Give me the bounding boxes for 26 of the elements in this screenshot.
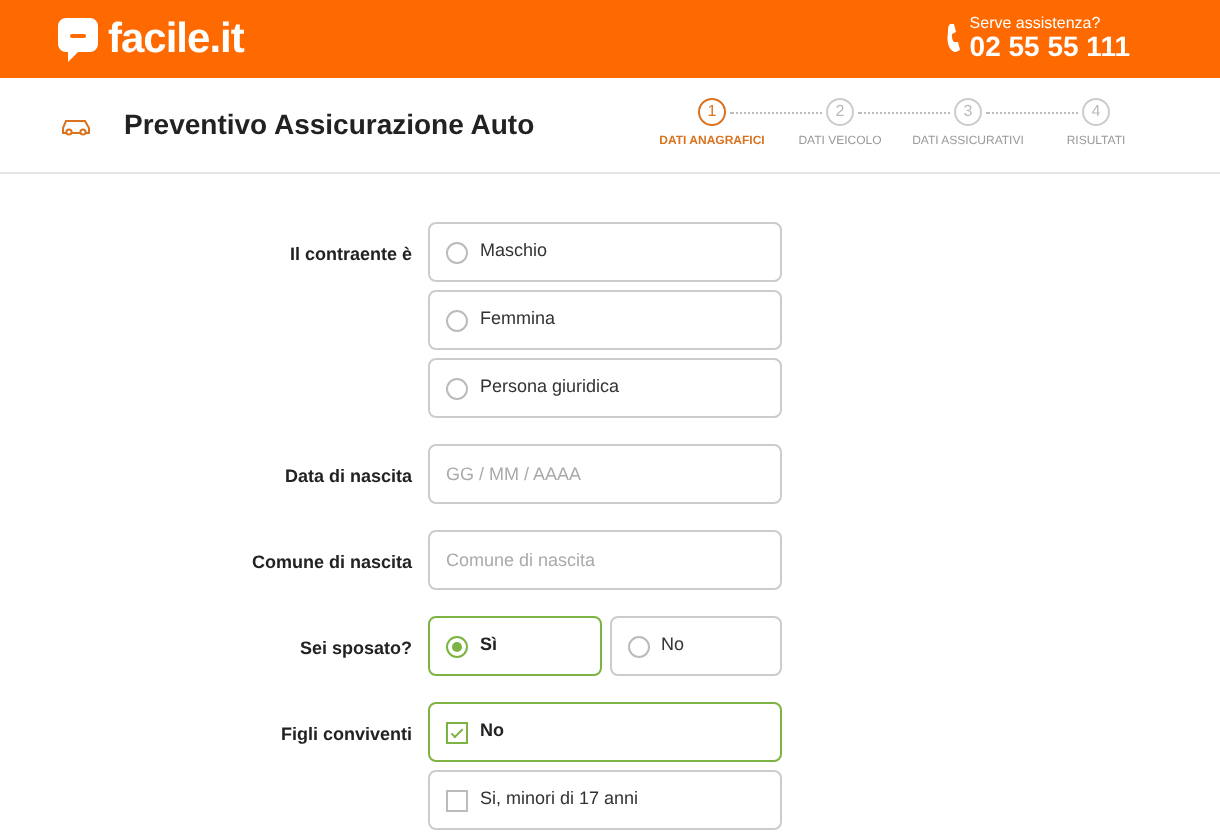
checkbox[interactable] [446,721,468,743]
logo-icon [56,15,100,63]
help-label: Serve assistenza? [969,15,1103,32]
checkbox[interactable] [446,789,468,811]
field-label: Figli conviventi [278,722,414,748]
field-label: Comune di nascita [249,550,414,576]
input-field[interactable]: Comune di nascita [428,530,782,590]
field-label: Il contraente è [287,242,414,268]
radio-button[interactable] [446,241,468,263]
checkbox-option[interactable]: Si, minori di 17 anni [428,770,782,830]
radio-button[interactable] [446,377,468,399]
radio-option[interactable]: Maschio [428,222,782,282]
input-field[interactable]: GG / MM / AAAA [428,444,782,504]
radio-option[interactable]: Sì [428,616,601,676]
radio-button[interactable] [446,309,468,331]
radio-option[interactable]: No [609,616,782,676]
car-icon [60,115,92,135]
radio-option[interactable]: Persona giuridica [428,358,782,418]
field-label: Sei sposato? [297,636,414,662]
phone-icon [945,22,962,55]
radio-button[interactable] [446,635,468,657]
field-label: Data di nascita [282,464,414,490]
radio-button[interactable] [627,635,649,657]
page-title: Preventivo Assicurazione Auto [124,106,535,144]
checkbox-option[interactable]: No [428,702,782,762]
radio-option[interactable]: Femmina [428,290,782,350]
